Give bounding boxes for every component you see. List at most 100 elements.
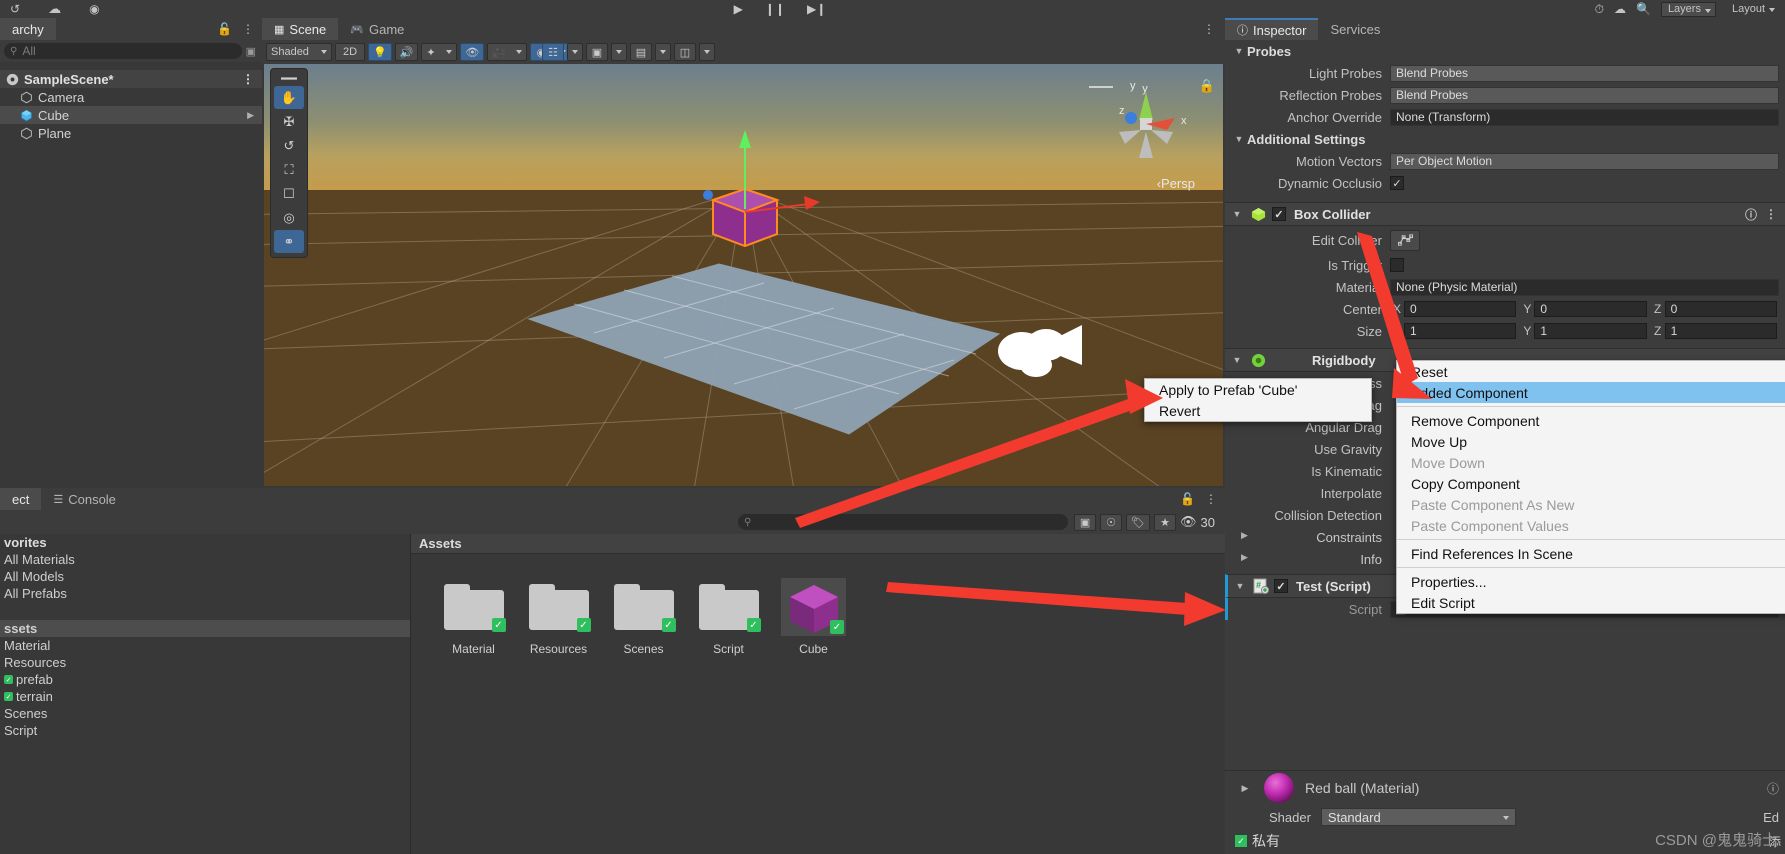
menu-item-remove-component[interactable]: Remove Component (1397, 410, 1785, 431)
asset-item-scenes[interactable]: ✓ Scenes (611, 578, 676, 656)
probes-section-header[interactable]: ▼ Probes (1225, 40, 1785, 62)
box-collider-enabled-checkbox[interactable]: ✓ (1272, 207, 1286, 221)
lock-icon[interactable]: 🔓 (217, 22, 232, 36)
tab-console[interactable]: ☰ Console (41, 488, 128, 510)
reflection-probes-dropdown[interactable]: Blend Probes (1390, 86, 1779, 104)
hierarchy-item-camera[interactable]: Camera (0, 88, 262, 106)
asset-item-cube[interactable]: ✓ Cube (781, 578, 846, 656)
edit-collider-button[interactable] (1390, 229, 1420, 251)
favorite-icon[interactable]: ★ (1154, 513, 1177, 531)
perspective-label[interactable]: ‹Persp (1157, 176, 1195, 191)
scene-camera-dropdown[interactable]: 🎥 (487, 43, 528, 61)
label-filter-icon[interactable]: 🏷 (1126, 513, 1151, 531)
project-tree-all-models[interactable]: All Models (0, 568, 410, 585)
hierarchy-search-clear-icon[interactable]: ▣ (246, 45, 256, 58)
menu-item-move-up[interactable]: Move Up (1397, 431, 1785, 452)
rotate-tool[interactable]: ↺ (274, 134, 304, 157)
cloud-upload-icon[interactable]: ☁ (1614, 2, 1626, 16)
project-tree-favorites[interactable]: vorites (0, 534, 410, 551)
chevron-right-icon[interactable]: ▶ (1237, 783, 1253, 794)
kebab-menu-icon[interactable]: ⋮ (1203, 22, 1215, 36)
camera-gizmo[interactable] (984, 319, 1094, 389)
kebab-menu-icon[interactable]: ⋮ (1765, 207, 1777, 221)
layers-dropdown[interactable]: Layers (1660, 1, 1716, 17)
lighting-toggle[interactable]: 💡 (368, 43, 392, 61)
help-icon[interactable]: ⓘ (1745, 206, 1757, 223)
tab-services[interactable]: Services (1318, 18, 1393, 40)
hand-tool[interactable]: ✋ (274, 86, 304, 109)
scale-tool[interactable]: ⛶ (274, 158, 304, 181)
motion-vectors-dropdown[interactable]: Per Object Motion (1390, 152, 1779, 170)
fx-dropdown[interactable]: ✦ (421, 43, 458, 61)
material-edit-label[interactable]: Ed (1763, 810, 1779, 825)
cube-object[interactable] (264, 64, 1223, 486)
test-script-enabled-checkbox[interactable]: ✓ (1274, 579, 1288, 593)
center-z-input[interactable]: 0 (1664, 301, 1777, 317)
grid-snap-dropdown[interactable] (655, 43, 671, 61)
physic-material-field[interactable]: None (Physic Material) (1390, 278, 1779, 296)
shader-dropdown[interactable]: Standard (1320, 808, 1516, 826)
kebab-menu-icon[interactable]: ⋮ (242, 22, 254, 36)
center-x-input[interactable]: 0 (1404, 301, 1517, 317)
center-y-input[interactable]: 0 (1534, 301, 1647, 317)
menu-item-find-references-in-scene[interactable]: Find References In Scene (1397, 543, 1785, 564)
kebab-menu-icon[interactable]: ⋮ (1205, 492, 1217, 506)
step-icon[interactable]: ▶❙ (807, 3, 826, 15)
project-tree-scenes[interactable]: Scenes (0, 705, 410, 722)
size-x-input[interactable]: 1 (1404, 323, 1517, 339)
project-tree-prefab[interactable]: ✓ prefab (0, 671, 410, 688)
chevron-right-icon[interactable]: ▶ (1241, 530, 1248, 541)
center-dropdown[interactable] (611, 43, 627, 61)
project-tree-script[interactable]: Script (0, 722, 410, 739)
mode-2d-button[interactable]: 2D (335, 43, 365, 61)
tab-hierarchy[interactable]: archy (0, 18, 56, 40)
hierarchy-search-input[interactable]: ⚲ All (4, 43, 242, 59)
project-tree-terrain[interactable]: ✓ terrain (0, 688, 410, 705)
gizmo-handle-icon[interactable] (1089, 86, 1113, 88)
chevron-right-icon[interactable]: ▶ (1241, 552, 1248, 563)
menu-item-reset[interactable]: Reset (1397, 361, 1785, 382)
account-icon[interactable]: ◉ (89, 2, 99, 16)
pivot-toggle[interactable]: ☷ (542, 43, 564, 61)
kebab-menu-icon[interactable]: ⋮ (242, 72, 254, 86)
hidden-icon[interactable]: 👁 (1180, 514, 1197, 530)
rect-tool[interactable]: ☐ (274, 182, 304, 205)
asset-item-script[interactable]: ✓ Script (696, 578, 761, 656)
pivot-dropdown[interactable] (567, 43, 583, 61)
project-tree-all-materials[interactable]: All Materials (0, 551, 410, 568)
menu-item-copy-component[interactable]: Copy Component (1397, 473, 1785, 494)
chevron-down-icon[interactable]: ▼ (1229, 355, 1245, 365)
handle-bar-icon[interactable]: ━━ (274, 71, 304, 86)
asset-item-material[interactable]: ✓ Material (441, 578, 506, 656)
type-filter-icon[interactable]: ☉ (1100, 513, 1123, 531)
collab-icon[interactable]: ⏱ (1595, 2, 1604, 17)
menu-item-apply-to-prefab[interactable]: Apply to Prefab 'Cube' (1145, 379, 1371, 400)
asset-item-resources[interactable]: ✓ Resources (526, 578, 591, 656)
pause-icon[interactable]: ❙❙ (765, 3, 785, 15)
help-icon[interactable]: ⓘ (1767, 780, 1779, 797)
move-tool[interactable]: ✠ (274, 110, 304, 133)
dynamic-occlusion-checkbox[interactable]: ✓ (1390, 176, 1404, 190)
shading-mode-dropdown[interactable]: Shaded (266, 43, 332, 61)
project-tree-material[interactable]: Material (0, 637, 410, 654)
menu-item-move-down[interactable]: Move Down (1397, 452, 1785, 473)
menu-item-edit-script[interactable]: Edit Script (1397, 592, 1785, 613)
hierarchy-item-cube[interactable]: Cube ▶ (0, 106, 262, 124)
audio-toggle[interactable]: 🔊 (394, 43, 419, 61)
tab-inspector[interactable]: ⓘ Inspector (1225, 18, 1319, 40)
custom-tool[interactable]: ⚭ (274, 230, 304, 253)
ruler-dropdown[interactable] (699, 43, 715, 61)
menu-item-paste-component-values[interactable]: Paste Component Values (1397, 515, 1785, 536)
layout-dropdown[interactable]: Layout (1726, 2, 1779, 17)
size-y-input[interactable]: 1 (1534, 323, 1647, 339)
ruler-toggle[interactable]: ◫ (674, 43, 696, 61)
private-checkbox[interactable]: ✓ (1235, 835, 1247, 847)
menu-item-added-component[interactable]: Added Component (1397, 382, 1785, 403)
tab-project[interactable]: ect (0, 488, 42, 510)
lock-icon[interactable]: 🔓 (1180, 492, 1195, 506)
view-gizmo[interactable]: y x z y (1101, 80, 1191, 174)
undo-icon[interactable]: ↺ (10, 2, 20, 16)
play-icon[interactable]: ▶ (734, 3, 743, 15)
chevron-down-icon[interactable]: ▼ (1232, 581, 1248, 591)
additional-settings-header[interactable]: ▼ Additional Settings (1225, 128, 1785, 150)
